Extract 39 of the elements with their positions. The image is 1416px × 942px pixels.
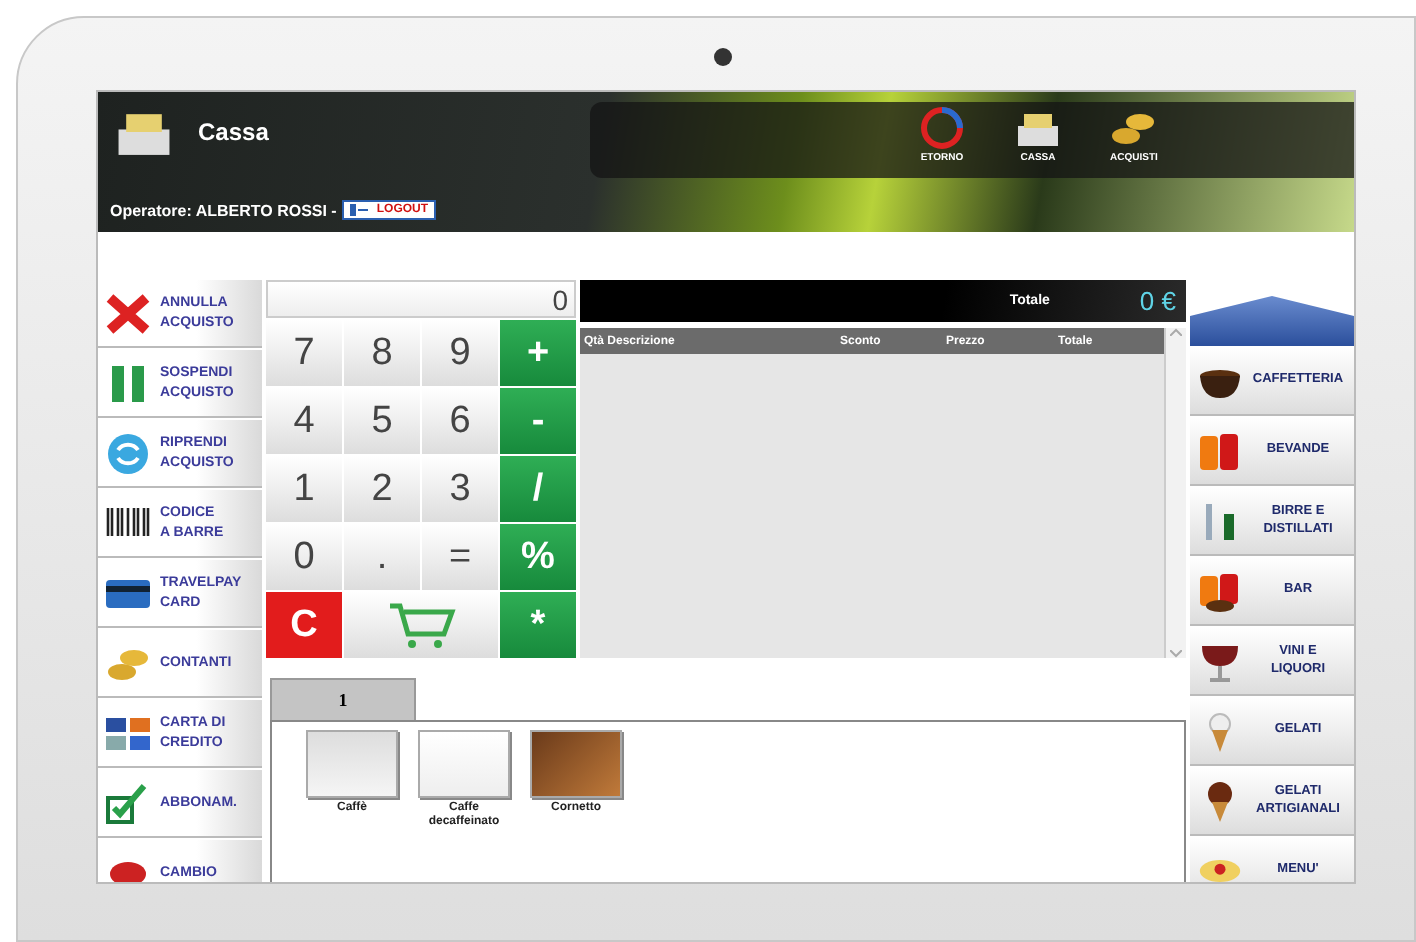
keypad-key[interactable]: 8	[344, 320, 420, 386]
keypad-key[interactable]: .	[344, 524, 420, 590]
keypad-key[interactable]: 6	[422, 388, 498, 454]
keypad-key[interactable]: /	[500, 456, 576, 522]
refresh-icon	[104, 431, 152, 475]
cart-icon	[387, 601, 455, 649]
package-photo	[418, 730, 510, 798]
operator-name: Operatore: ALBERTO ROSSI -	[110, 201, 337, 219]
exit-icon	[350, 204, 371, 216]
scrollbar[interactable]	[1164, 328, 1186, 658]
cup-photo	[306, 730, 398, 798]
page-title: Cassa	[198, 118, 269, 146]
keypad-key[interactable]: +	[500, 320, 576, 386]
keypad-key[interactable]: 9	[422, 320, 498, 386]
cart-button[interactable]	[344, 592, 498, 658]
keypad-key[interactable]: =	[422, 524, 498, 590]
chevron-up-icon	[1170, 328, 1182, 336]
scroll-up-button[interactable]	[1190, 296, 1354, 346]
keypad-key[interactable]: 3	[422, 456, 498, 522]
keypad-key[interactable]: 1	[266, 456, 342, 522]
camera-icon	[714, 48, 732, 66]
cans-icon	[1196, 429, 1244, 473]
pasta-icon	[1196, 860, 1244, 882]
keypad-key[interactable]: 4	[266, 388, 342, 454]
page-tab[interactable]: 1	[270, 678, 416, 720]
keypad-key[interactable]: -	[500, 388, 576, 454]
chevron-down-icon	[1170, 650, 1182, 658]
close-icon	[104, 291, 152, 335]
keypad-key[interactable]: 0	[266, 524, 342, 590]
amount-display: 0	[266, 280, 576, 318]
pastry-photo	[530, 730, 622, 798]
keypad-key[interactable]: 5	[344, 388, 420, 454]
keypad-key[interactable]: C	[266, 592, 342, 658]
keypad-key[interactable]: 7	[266, 320, 342, 386]
keypad-key[interactable]: %	[500, 524, 576, 590]
keypad-key[interactable]: 2	[344, 456, 420, 522]
cans-cup-icon	[1196, 569, 1244, 613]
arrows-cycle-icon	[918, 106, 966, 150]
total-amount: 0 €	[1139, 286, 1176, 316]
